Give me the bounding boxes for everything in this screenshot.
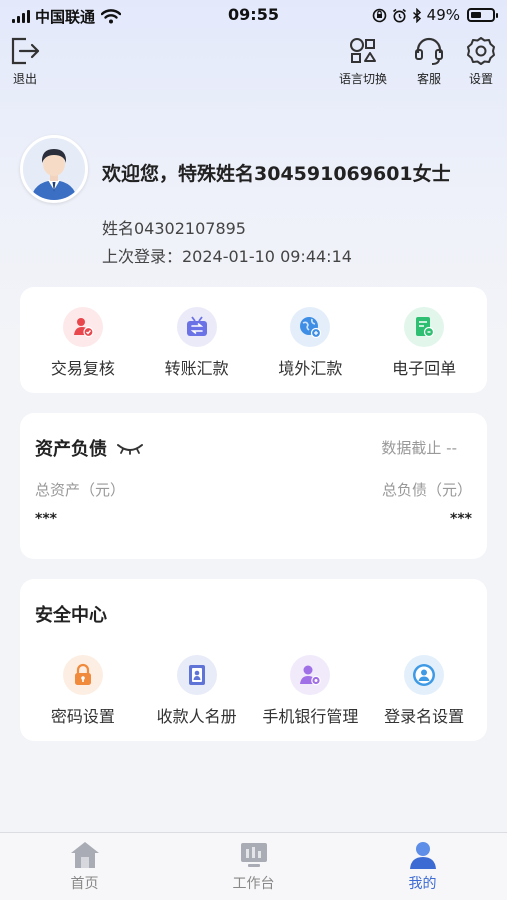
settings-label: 设置 — [468, 72, 493, 86]
security-title: 安全中心 — [35, 605, 107, 626]
quick-action-label: 转账汇款 — [164, 359, 229, 378]
security-item-label: 登录名设置 — [384, 707, 465, 726]
assets-card: 资产负债 数据截止 -- 总资产（元） 总负债（元） *** *** — [20, 413, 487, 559]
last-login: 上次登录：2024-01-10 09:44:14 — [102, 247, 352, 266]
lock-icon — [62, 655, 103, 695]
customer-service-button[interactable]: 客服 — [412, 36, 446, 87]
language-switch-button[interactable]: 语言切换 — [339, 36, 387, 87]
settings-button[interactable]: 设置 — [464, 36, 498, 87]
security-center-card: 安全中心 密码设置 收款人名册 手机银行管理 登录名设置 — [20, 579, 487, 741]
security-item-mobile-banking[interactable]: 手机银行管理 — [255, 655, 365, 727]
logout-icon — [11, 37, 40, 65]
total-liabilities-value: *** — [450, 511, 472, 527]
security-item-label: 手机银行管理 — [262, 707, 359, 726]
total-assets-label: 总资产（元） — [35, 481, 126, 499]
security-item-label: 密码设置 — [50, 707, 115, 726]
battery-icon — [467, 8, 498, 22]
logout-label: 退出 — [12, 72, 37, 86]
gear-icon — [467, 37, 495, 65]
transfer-icon — [176, 307, 217, 347]
security-item-payee-book[interactable]: 收款人名册 — [142, 655, 252, 727]
data-date: 数据截止 -- — [381, 439, 457, 457]
avatar[interactable] — [20, 135, 88, 203]
bluetooth-icon — [412, 7, 421, 23]
overseas-remit-icon — [290, 307, 331, 347]
rotation-lock-icon — [372, 8, 386, 22]
workbench-icon — [240, 843, 267, 867]
top-bar: 退出 语言切换 客服 设置 — [0, 34, 507, 94]
tab-workbench-label: 工作台 — [232, 876, 275, 892]
tab-home-label: 首页 — [70, 876, 99, 892]
payee-book-icon — [176, 655, 217, 695]
security-item-label: 收款人名册 — [156, 707, 237, 726]
me-icon — [409, 842, 436, 869]
user-circle-icon — [404, 655, 445, 695]
quick-action-label: 境外汇款 — [278, 359, 343, 378]
total-assets-value: *** — [35, 511, 57, 527]
security-item-password[interactable]: 密码设置 — [28, 655, 138, 727]
user-name: 姓名04302107895 — [102, 219, 246, 238]
assets-title: 资产负债 — [35, 439, 107, 460]
user-settings-icon — [290, 655, 331, 695]
language-switch-label: 语言切换 — [339, 72, 388, 86]
security-item-login-name[interactable]: 登录名设置 — [369, 655, 479, 727]
customer-service-label: 客服 — [416, 72, 441, 86]
welcome-text: 欢迎您，特殊姓名304591069601女士 — [102, 163, 451, 185]
quick-actions-card: 交易复核 转账汇款 境外汇款 电子回单 — [20, 287, 487, 393]
quick-action-transaction-review[interactable]: 交易复核 — [28, 307, 138, 379]
battery-percent: 49% — [426, 6, 460, 24]
total-liabilities-label: 总负债（元） — [381, 481, 472, 499]
language-switch-icon — [350, 38, 376, 63]
eye-closed-icon[interactable] — [115, 441, 145, 455]
quick-action-label: 交易复核 — [50, 359, 115, 378]
avatar-icon — [23, 138, 85, 200]
e-receipt-icon — [404, 307, 445, 347]
quick-action-overseas-remit[interactable]: 境外汇款 — [255, 307, 365, 379]
home-icon — [70, 842, 99, 868]
quick-action-label: 电子回单 — [392, 359, 457, 378]
bottom-tab-bar: 首页 工作台 我的 — [0, 832, 507, 900]
tab-me[interactable]: 我的 — [363, 833, 483, 900]
logout-button[interactable]: 退出 — [8, 36, 42, 87]
quick-action-transfer[interactable]: 转账汇款 — [142, 307, 252, 379]
tab-workbench[interactable]: 工作台 — [194, 833, 314, 900]
tab-me-label: 我的 — [408, 876, 437, 892]
tab-home[interactable]: 首页 — [25, 833, 145, 900]
headset-icon — [415, 37, 443, 65]
quick-action-e-receipt[interactable]: 电子回单 — [369, 307, 479, 379]
alarm-icon — [392, 8, 406, 22]
transaction-review-icon — [62, 307, 103, 347]
status-bar: 中国联通 09:55 49% — [0, 0, 507, 32]
